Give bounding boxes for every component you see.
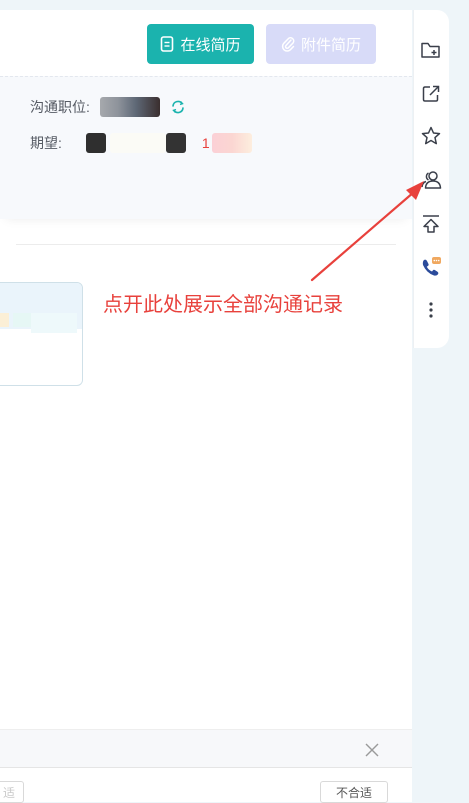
paperclip-icon [281, 37, 295, 52]
favorite-button[interactable] [420, 125, 442, 147]
close-icon[interactable] [362, 740, 382, 760]
annotation-text: 点开此处展示全部沟通记录 [103, 294, 343, 316]
candidate-info-card: 沟通职位: 期望: 1 [0, 76, 412, 219]
chat-header: 在线简历 附件简历 [0, 10, 412, 76]
divider [16, 244, 396, 245]
redacted-message-2 [13, 313, 31, 327]
suitable-tag-label: 适 [2, 785, 15, 800]
phone-icon [422, 257, 441, 276]
share-button[interactable] [420, 83, 442, 105]
contacts-icon [421, 171, 442, 189]
redacted-expectation-city [85, 133, 106, 153]
more-button[interactable] [420, 299, 442, 321]
redacted-message-1 [0, 313, 9, 327]
expectation-row: 期望: 1 [30, 133, 252, 153]
online-resume-button[interactable]: 在线简历 [147, 24, 254, 64]
suitable-tag[interactable]: 适 [0, 781, 24, 803]
add-folder-icon [421, 42, 440, 58]
attachment-resume-button[interactable]: 附件简历 [266, 24, 376, 64]
redacted-position [99, 97, 160, 117]
redacted-expectation-gap [109, 133, 166, 153]
expectation-salary-partial: 1 [201, 135, 210, 151]
call-button[interactable] [420, 256, 442, 278]
redacted-expectation-job [165, 133, 186, 153]
switch-position-icon[interactable] [170, 99, 186, 115]
bottom-bar [0, 729, 412, 768]
unsuitable-button-label: 不合适 [335, 785, 372, 800]
more-icon [429, 302, 433, 318]
contacts-button[interactable] [420, 169, 442, 191]
chat-main-panel: 在线简历 附件简历 沟通职位: 期望: 1 适 不合适 [0, 10, 412, 803]
unsuitable-button[interactable]: 不合适 [320, 781, 388, 803]
message-card[interactable] [0, 282, 83, 386]
footer-divider [0, 767, 412, 768]
side-toolbar [413, 10, 449, 348]
position-row: 沟通职位: [30, 97, 186, 117]
upload-icon [423, 215, 439, 233]
expectation-label: 期望: [30, 135, 62, 151]
online-resume-label: 在线简历 [180, 36, 241, 54]
redacted-expectation-salary [211, 133, 252, 153]
star-icon [421, 126, 441, 145]
document-icon [161, 36, 174, 52]
add-folder-button[interactable] [420, 39, 442, 61]
attachment-resume-label: 附件简历 [300, 36, 361, 54]
redacted-message-3 [31, 313, 77, 333]
pin-top-button[interactable] [420, 213, 442, 235]
position-label: 沟通职位: [30, 99, 90, 115]
external-link-icon [422, 85, 440, 102]
